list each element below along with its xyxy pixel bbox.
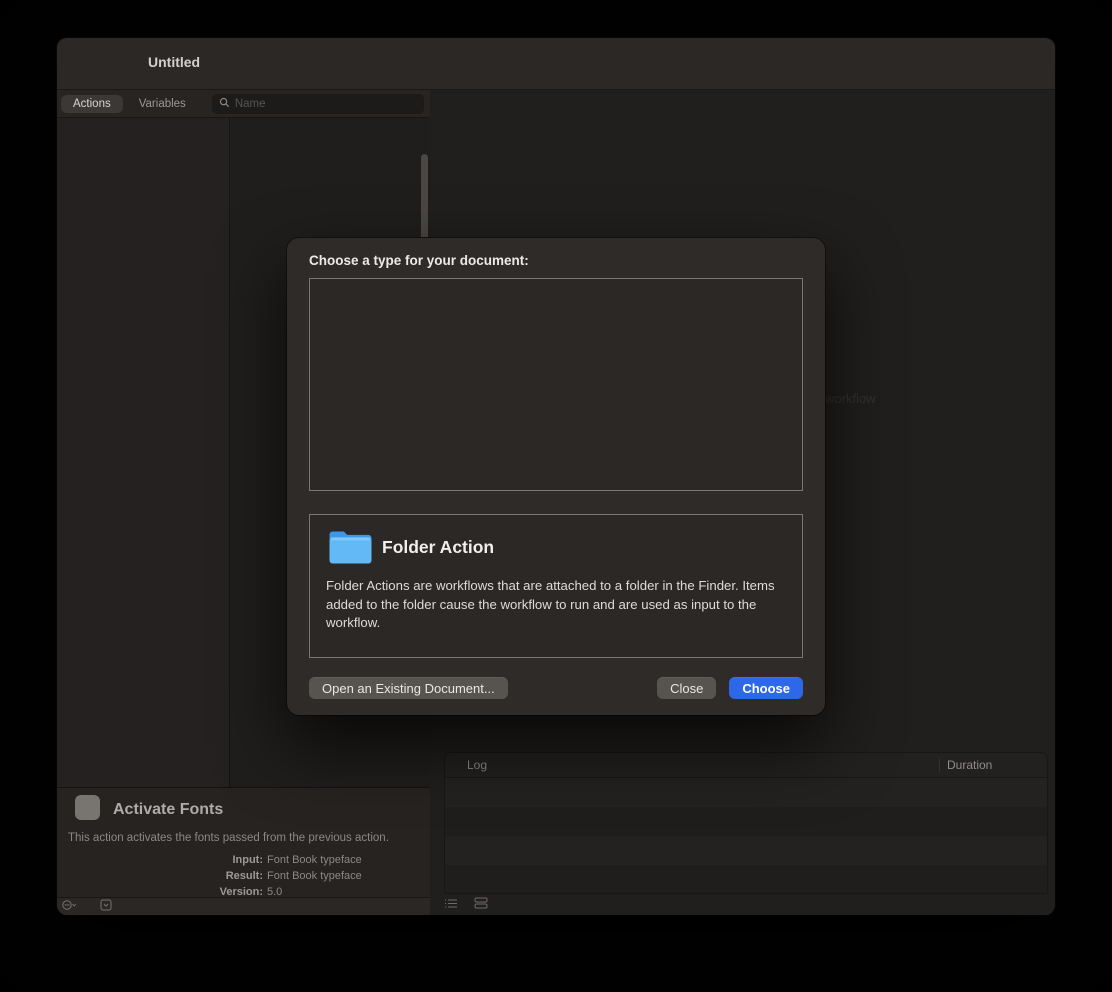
search-icon (219, 95, 230, 113)
tab-variables[interactable]: Variables (127, 95, 198, 113)
choose-document-type-dialog: Choose a type for your document: Folder … (287, 238, 825, 715)
traffic-lights (77, 57, 132, 70)
log-column-header[interactable]: Log (445, 758, 939, 772)
selected-action-title: Activate Fonts (113, 801, 223, 819)
window-title: Untitled (148, 54, 200, 70)
selected-type-description: Folder Actions are workflows that are at… (326, 577, 792, 633)
log-empty-row (445, 807, 1047, 836)
log-empty-row (445, 865, 1047, 894)
duration-column-header[interactable]: Duration (939, 758, 1047, 772)
search-placeholder: Name (235, 98, 266, 110)
dialog-title: Choose a type for your document: (309, 253, 529, 268)
zoom-window-button[interactable] (119, 57, 132, 70)
collapse-panel-icon[interactable] (100, 898, 112, 916)
tab-actions[interactable]: Actions (61, 95, 123, 113)
log-empty-row (445, 836, 1047, 865)
selected-type-description-box: Folder Action Folder Actions are workflo… (309, 514, 803, 658)
font-book-icon (74, 794, 101, 826)
search-input[interactable]: Name (212, 94, 424, 114)
log-header-row: Log Duration (445, 753, 1047, 778)
open-existing-document-button[interactable]: Open an Existing Document... (309, 677, 508, 699)
show-variables-panel-icon[interactable] (474, 896, 488, 914)
canvas-hint-fragment: workflow (825, 391, 876, 406)
smart-group-menu-icon[interactable] (62, 898, 76, 916)
minimize-window-button[interactable] (98, 57, 111, 70)
choose-button[interactable]: Choose (729, 677, 803, 699)
action-info-panel: Activate Fonts This action activates the… (57, 787, 430, 897)
selected-type-title: Folder Action (382, 537, 494, 558)
canvas-bottom-bar (444, 896, 488, 914)
library-header: Actions Variables Name (57, 90, 430, 118)
log-empty-row (445, 778, 1047, 807)
blue-folder-icon (327, 528, 374, 572)
action-input-row: Input:Font Book typeface (57, 854, 430, 866)
dialog-button-row: Open an Existing Document... Close Choos… (309, 677, 803, 699)
left-bottom-bar (57, 897, 430, 915)
selected-action-description: This action activates the fonts passed f… (68, 832, 423, 844)
document-type-grid (309, 278, 803, 491)
title-bar: Untitled (57, 38, 1055, 90)
action-result-row: Result:Font Book typeface (57, 870, 430, 882)
log-panel: Log Duration (444, 752, 1048, 894)
show-log-list-icon[interactable] (444, 896, 458, 914)
screenshot-root: Untitled Actions Variables Name (0, 0, 1112, 992)
library-sidebar (57, 118, 230, 787)
close-button[interactable]: Close (657, 677, 716, 699)
close-window-button[interactable] (77, 57, 90, 70)
